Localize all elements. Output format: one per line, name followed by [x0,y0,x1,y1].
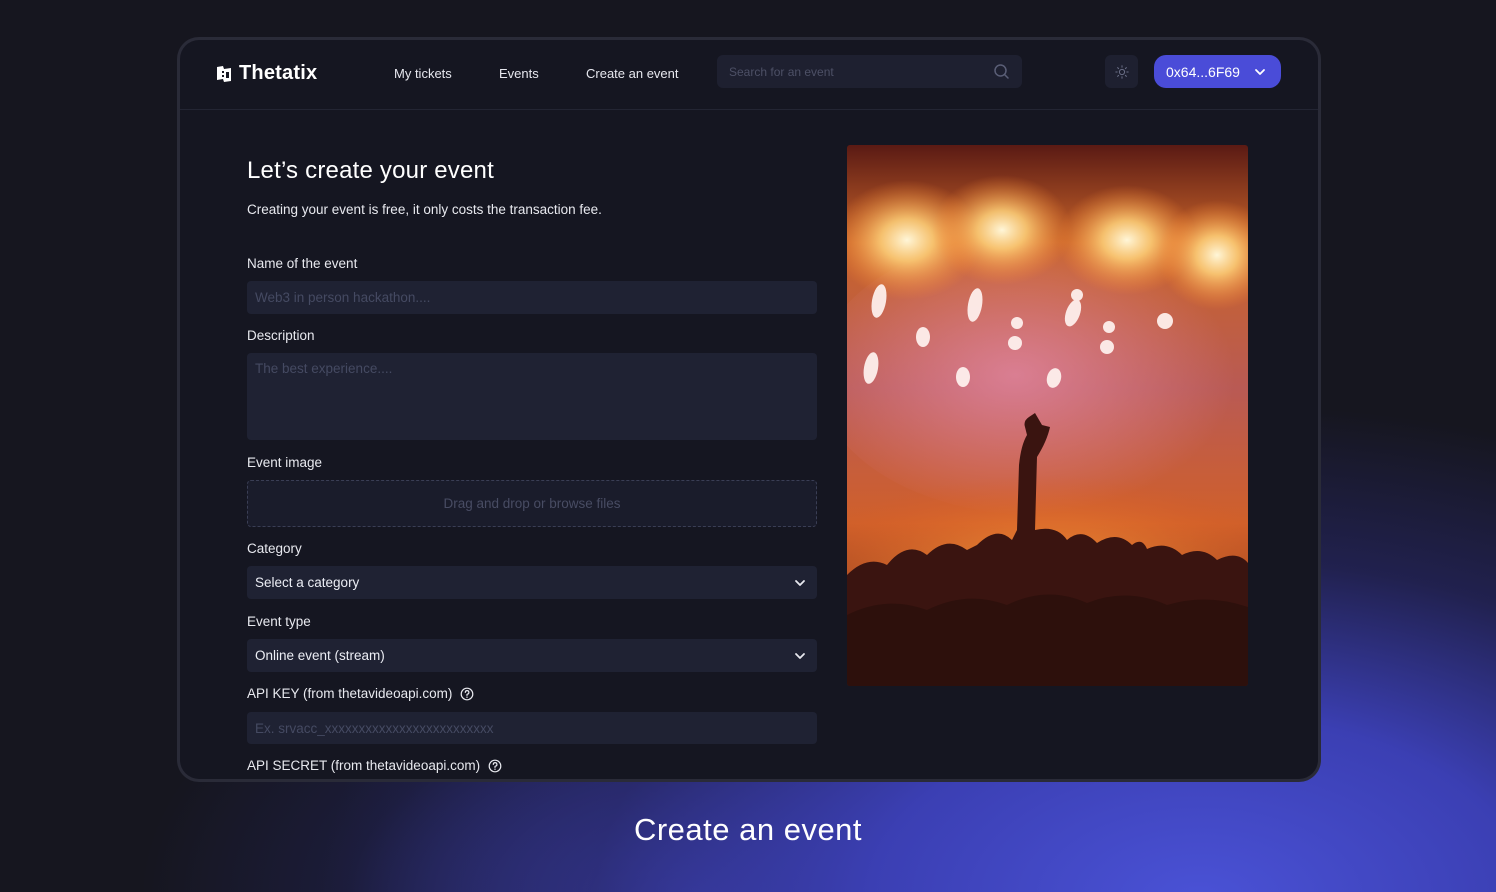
ticket-logo-icon [217,65,231,82]
caption: Create an event [633,812,863,847]
search-input[interactable] [717,55,987,88]
dropzone-text: Drag and drop or browse files [443,496,621,511]
chevron-down-icon [1255,69,1265,75]
page-title: Let’s create your event [247,157,494,184]
nav-link-my-tickets[interactable]: My tickets [394,66,452,81]
wallet-address: 0x64...6F69 [1166,63,1240,80]
event-type-select-value: Online event (stream) [255,648,385,663]
navbar: Thetatix My tickets Events Create an eve… [180,40,1318,110]
chevron-down-icon [795,653,805,659]
category-label: Category [247,541,302,556]
create-event-form: Let’s create your event Creating your ev… [247,157,817,773]
event-name-label: Name of the event [247,256,358,271]
api-secret-label: API SECRET (from thetavideoapi.com) [247,758,502,773]
search-icon[interactable] [993,63,1010,80]
wallet-button[interactable]: 0x64...6F69 [1154,55,1281,88]
brand-name: Thetatix [239,62,318,84]
help-icon[interactable] [488,759,502,773]
help-icon[interactable] [460,687,474,701]
event-image-label: Event image [247,455,323,470]
api-key-input[interactable] [247,712,817,744]
brand-logo[interactable]: Thetatix [215,62,317,85]
chevron-down-icon [795,580,805,586]
event-type-label: Event type [247,614,311,629]
description-textarea[interactable] [247,353,817,440]
search-bar [717,55,1022,88]
nav-link-events[interactable]: Events [499,66,539,81]
image-dropzone[interactable]: Drag and drop or browse files [247,480,817,527]
api-key-label: API KEY (from thetavideoapi.com) [247,686,474,701]
app-window-frame: Thetatix My tickets Events Create an eve… [177,37,1321,782]
api-key-label-text: API KEY (from thetavideoapi.com) [247,686,453,701]
event-name-input[interactable] [247,281,817,314]
concert-illustration [847,145,1248,686]
sun-icon [1114,64,1129,79]
api-secret-label-text: API SECRET (from thetavideoapi.com) [247,758,481,773]
description-label: Description [247,328,315,343]
nav-link-create-event[interactable]: Create an event [586,66,679,81]
page-subtitle: Creating your event is free, it only cos… [247,202,602,217]
event-type-select[interactable]: Online event (stream) [247,639,817,672]
category-select-value: Select a category [255,575,360,590]
theme-toggle-button[interactable] [1105,55,1138,88]
app-window: Thetatix My tickets Events Create an eve… [180,40,1318,779]
category-select[interactable]: Select a category [247,566,817,599]
concert-hero-image [847,145,1248,686]
